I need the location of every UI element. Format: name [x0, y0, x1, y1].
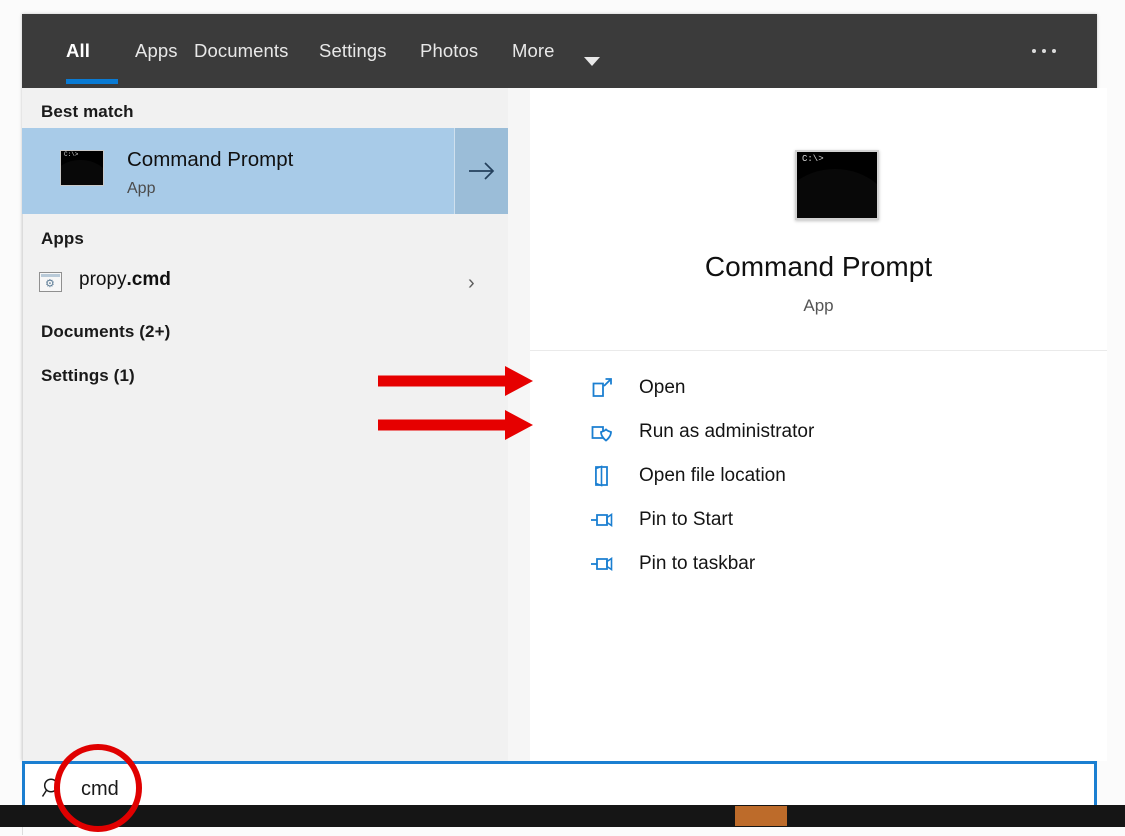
best-match-subtitle: App: [127, 180, 155, 198]
list-item-label-match: .cmd: [127, 269, 171, 290]
action-pin-to-start-label: Pin to Start: [639, 508, 733, 532]
app-preview-card: C:\> Command Prompt App Open: [530, 88, 1107, 761]
best-match-result-row[interactable]: C:\> Command Prompt App: [22, 128, 508, 214]
action-open-file-location-label: Open file location: [639, 464, 786, 488]
action-open-label: Open: [639, 376, 685, 400]
open-external-icon: [590, 376, 614, 400]
console-prompt-text: C:\>: [802, 155, 824, 164]
search-input-value: cmd: [81, 777, 119, 801]
tab-documents-label: Documents: [194, 40, 288, 62]
taskbar: [0, 805, 1125, 827]
tab-apps-label: Apps: [135, 40, 178, 62]
search-filter-tabbar: All Apps Documents Settings Photos More: [22, 14, 1097, 88]
app-type-label: App: [530, 296, 1107, 316]
start-menu-panel: All Apps Documents Settings Photos More: [22, 14, 1097, 761]
tab-settings-label: Settings: [319, 40, 387, 62]
list-item-label: propy.cmd: [79, 269, 171, 291]
best-match-title: Command Prompt: [127, 148, 293, 172]
tab-apps[interactable]: Apps: [135, 14, 178, 88]
shield-run-icon: [590, 420, 614, 444]
action-run-as-administrator[interactable]: Run as administrator: [530, 410, 1107, 454]
command-prompt-icon: C:\>: [60, 150, 104, 186]
ellipsis-icon[interactable]: [1032, 14, 1056, 88]
action-pin-to-taskbar[interactable]: Pin to taskbar: [530, 542, 1107, 586]
command-prompt-icon: C:\>: [795, 150, 879, 220]
search-icon: [41, 776, 65, 800]
search-results-pane: Best match C:\> Command Prompt App Apps: [22, 88, 508, 761]
tab-more-label: More: [512, 40, 555, 62]
action-run-as-administrator-label: Run as administrator: [639, 420, 814, 444]
best-match-expand-button[interactable]: [454, 128, 508, 214]
folder-open-icon: [590, 464, 614, 488]
arrow-right-icon: [467, 157, 497, 185]
divider: [530, 350, 1107, 351]
section-header-settings: Settings (1): [41, 366, 135, 386]
action-open-file-location[interactable]: Open file location: [530, 454, 1107, 498]
script-file-icon: ⚙: [39, 272, 62, 292]
page-title: Command Prompt: [530, 251, 1107, 283]
action-pin-to-start[interactable]: Pin to Start: [530, 498, 1107, 542]
app-preview-pane: C:\> Command Prompt App Open: [508, 88, 1097, 761]
tab-all[interactable]: All: [66, 14, 90, 88]
section-header-documents: Documents (2+): [41, 322, 170, 342]
action-pin-to-taskbar-label: Pin to taskbar: [639, 552, 755, 576]
tab-photos[interactable]: Photos: [420, 14, 478, 88]
tab-documents[interactable]: Documents: [194, 14, 288, 88]
section-header-apps: Apps: [41, 229, 84, 249]
pin-icon: [590, 552, 614, 576]
section-header-best-match: Best match: [41, 102, 134, 122]
tab-photos-label: Photos: [420, 40, 478, 62]
list-item-label-plain: propy: [79, 269, 127, 290]
chevron-down-icon[interactable]: [584, 57, 600, 66]
windows-start-menu-screen: All Apps Documents Settings Photos More: [0, 0, 1125, 836]
tab-all-label: All: [66, 40, 90, 62]
action-open[interactable]: Open: [530, 366, 1107, 410]
taskbar-active-app-indicator[interactable]: [735, 806, 787, 826]
console-prompt-text: C:\>: [64, 152, 78, 158]
tab-more[interactable]: More: [512, 14, 555, 88]
pin-icon: [590, 508, 614, 532]
list-item[interactable]: ⚙ propy.cmd ›: [22, 261, 508, 305]
tab-active-underline: [66, 79, 118, 84]
tab-settings[interactable]: Settings: [319, 14, 387, 88]
chevron-right-icon[interactable]: ›: [468, 273, 475, 293]
